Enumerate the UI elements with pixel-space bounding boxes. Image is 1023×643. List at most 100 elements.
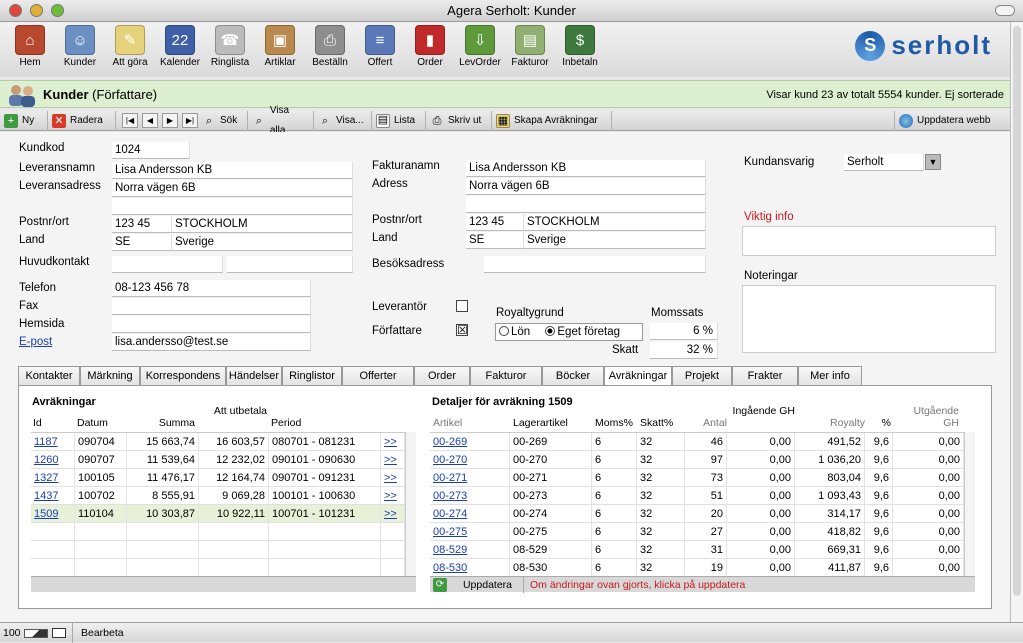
toolbar-artiklar-button[interactable]: ▣ Artiklar (256, 25, 304, 68)
detail-artikel-link[interactable]: 00-275 (430, 523, 510, 541)
forfattare-checkbox[interactable]: ☒ (456, 324, 468, 336)
toolbar-kunder-button[interactable]: ☺ Kunder (56, 25, 104, 68)
settlement-row[interactable]: 1260 090707 11 539,64 12 232,02 090101 - 090… (31, 451, 405, 469)
momssats-field[interactable]: 6 % (650, 323, 718, 340)
previous-record-button[interactable]: ◀ (142, 113, 158, 128)
tab-projekt[interactable]: Projekt (672, 366, 732, 386)
layout-toggle-icon[interactable] (52, 628, 66, 638)
detail-artikel-link[interactable]: 00-270 (430, 451, 510, 469)
settlement-id-link[interactable]: 1437 (31, 487, 75, 505)
detail-row[interactable]: 00-273 00-273 6 32 51 0,00 1 093,43 9,6 0,00 (430, 487, 964, 505)
settlement-row[interactable]: 1509 110104 10 303,87 10 922,11 100701 - 101… (31, 505, 405, 523)
detail-row[interactable]: 00-269 00-269 6 32 46 0,00 491,52 9,6 0,00 (430, 433, 964, 451)
open-settlement-link[interactable]: >> (381, 451, 405, 469)
toolbar-ringlista-button[interactable]: ☎ Ringlista (206, 25, 254, 68)
create-settlements-button[interactable]: ▦ Skapa Avräkningar (496, 111, 612, 131)
first-record-button[interactable]: |◀ (122, 113, 138, 128)
settlement-row[interactable] (31, 559, 405, 577)
print-button[interactable]: ⎙ Skriv ut (430, 111, 492, 131)
details-scrollbar[interactable] (964, 432, 975, 576)
detail-row[interactable]: 00-274 00-274 6 32 20 0,00 314,17 9,6 0,00 (430, 505, 964, 523)
faktura-land-code-field[interactable]: SE (466, 232, 524, 249)
postnr-field[interactable]: 123 45 (112, 216, 172, 233)
detail-row[interactable]: 08-530 08-530 6 32 19 0,00 411,87 9,6 0,00 (430, 559, 964, 577)
huvudkontakt-field[interactable] (112, 256, 223, 273)
settlement-id-link[interactable]: 1327 (31, 469, 75, 487)
tab-märkning[interactable]: Märkning (80, 366, 140, 386)
kundansvarig-select[interactable]: Serholt (844, 154, 924, 171)
adress-line2-field[interactable] (466, 196, 706, 213)
viktig-info-field[interactable] (742, 226, 996, 256)
close-window-button[interactable] (9, 4, 22, 17)
detail-artikel-link[interactable]: 00-271 (430, 469, 510, 487)
settlement-id-link[interactable]: 1509 (31, 505, 75, 523)
faktura-ort-field[interactable]: STOCKHOLM (524, 214, 706, 231)
settlement-row[interactable]: 1437 100702 8 555,91 9 069,28 100101 - 10063… (31, 487, 405, 505)
toolbar-offert-button[interactable]: ≡ Offert (356, 25, 404, 68)
detail-row[interactable]: 00-275 00-275 6 32 27 0,00 418,82 9,6 0,00 (430, 523, 964, 541)
kundkod-field[interactable]: 1024 (112, 142, 190, 159)
toolbar-fakturor-button[interactable]: ▤ Fakturor (506, 25, 554, 68)
scrollbar-thumb[interactable] (1013, 26, 1021, 596)
tab-böcker[interactable]: Böcker (542, 366, 604, 386)
toolbar-levorder-button[interactable]: ⇩ LevOrder (456, 25, 504, 68)
toolbar-kalender-button[interactable]: 22 Kalender (156, 25, 204, 68)
fakturanamn-field[interactable]: Lisa Andersson KB (466, 160, 706, 177)
list-button[interactable]: ▤ Lista (376, 111, 426, 131)
update-web-button[interactable]: Uppdatera webb (894, 111, 1000, 131)
leveransadress-field[interactable]: Norra vägen 6B (112, 180, 353, 197)
settlement-id-link[interactable]: 1187 (31, 433, 75, 451)
tab-kontakter[interactable]: Kontakter (18, 366, 80, 386)
mode-indicator[interactable]: Bearbeta (72, 623, 140, 643)
show-all-button[interactable]: ⌕ Visa alla (252, 105, 314, 136)
toolbar-order-button[interactable]: ▮ Order (406, 25, 454, 68)
tab-offerter[interactable]: Offerter (342, 366, 414, 386)
update-button[interactable]: Uppdatera (452, 577, 524, 593)
ort-field[interactable]: STOCKHOLM (172, 216, 353, 233)
detail-row[interactable]: 08-529 08-529 6 32 31 0,00 669,31 9,6 0,00 (430, 541, 964, 559)
settlement-row[interactable]: 1187 090704 15 663,74 16 603,57 080701 - 081… (31, 433, 405, 451)
lon-radio[interactable]: Lön (499, 326, 530, 338)
toolbar-att-göra-button[interactable]: ✎ Att göra (106, 25, 154, 68)
window-scrollbar[interactable] (1010, 22, 1023, 622)
leveransnamn-field[interactable]: Lisa Andersson KB (112, 162, 353, 179)
tab-mer-info[interactable]: Mer info (798, 366, 862, 386)
detail-artikel-link[interactable]: 08-529 (430, 541, 510, 559)
detail-row[interactable]: 00-271 00-271 6 32 73 0,00 803,04 9,6 0,00 (430, 469, 964, 487)
next-record-button[interactable]: ▶ (162, 113, 178, 128)
tab-frakter[interactable]: Frakter (732, 366, 798, 386)
faktura-postnr-field[interactable]: 123 45 (466, 214, 524, 231)
tab-order[interactable]: Order (414, 366, 470, 386)
settlement-row[interactable] (31, 541, 405, 559)
tab-korrespondens[interactable]: Korrespondens (140, 366, 226, 386)
settlement-row[interactable] (31, 523, 405, 541)
search-button[interactable]: ⌕ Sök (202, 111, 248, 131)
toolbar-inbetaln-button[interactable]: $ Inbetaln (556, 25, 604, 68)
zoom-control-icon[interactable] (24, 629, 48, 638)
hemsida-field[interactable] (112, 316, 311, 333)
land-code-field[interactable]: SE (112, 234, 172, 251)
delete-button[interactable]: ✕ Radera (52, 111, 116, 131)
detail-artikel-link[interactable]: 00-269 (430, 433, 510, 451)
detail-artikel-link[interactable]: 08-530 (430, 559, 510, 577)
eget-foretag-radio[interactable]: Eget företag (545, 326, 620, 338)
show-button[interactable]: ⌕ Visa... (318, 111, 372, 131)
leverantor-checkbox[interactable] (456, 300, 468, 312)
settlement-id-link[interactable]: 1260 (31, 451, 75, 469)
land-name-field[interactable]: Sverige (172, 234, 353, 251)
new-button[interactable]: + Ny (4, 111, 48, 131)
epost-field[interactable]: lisa.andersso@test.se (112, 334, 311, 351)
detail-artikel-link[interactable]: 00-273 (430, 487, 510, 505)
open-settlement-link[interactable]: >> (381, 505, 405, 523)
leveransadress-line2-field[interactable] (112, 198, 353, 215)
open-settlement-link[interactable]: >> (381, 433, 405, 451)
tab-händelser[interactable]: Händelser (226, 366, 282, 386)
noteringar-field[interactable] (742, 285, 996, 353)
dropdown-arrow-icon[interactable]: ▼ (925, 154, 941, 170)
adress-field[interactable]: Norra vägen 6B (466, 178, 706, 195)
settlements-scrollbar[interactable] (405, 432, 416, 576)
detail-artikel-link[interactable]: 00-274 (430, 505, 510, 523)
fax-field[interactable] (112, 298, 311, 315)
open-settlement-link[interactable]: >> (381, 487, 405, 505)
skatt-field[interactable]: 32 % (650, 342, 718, 359)
